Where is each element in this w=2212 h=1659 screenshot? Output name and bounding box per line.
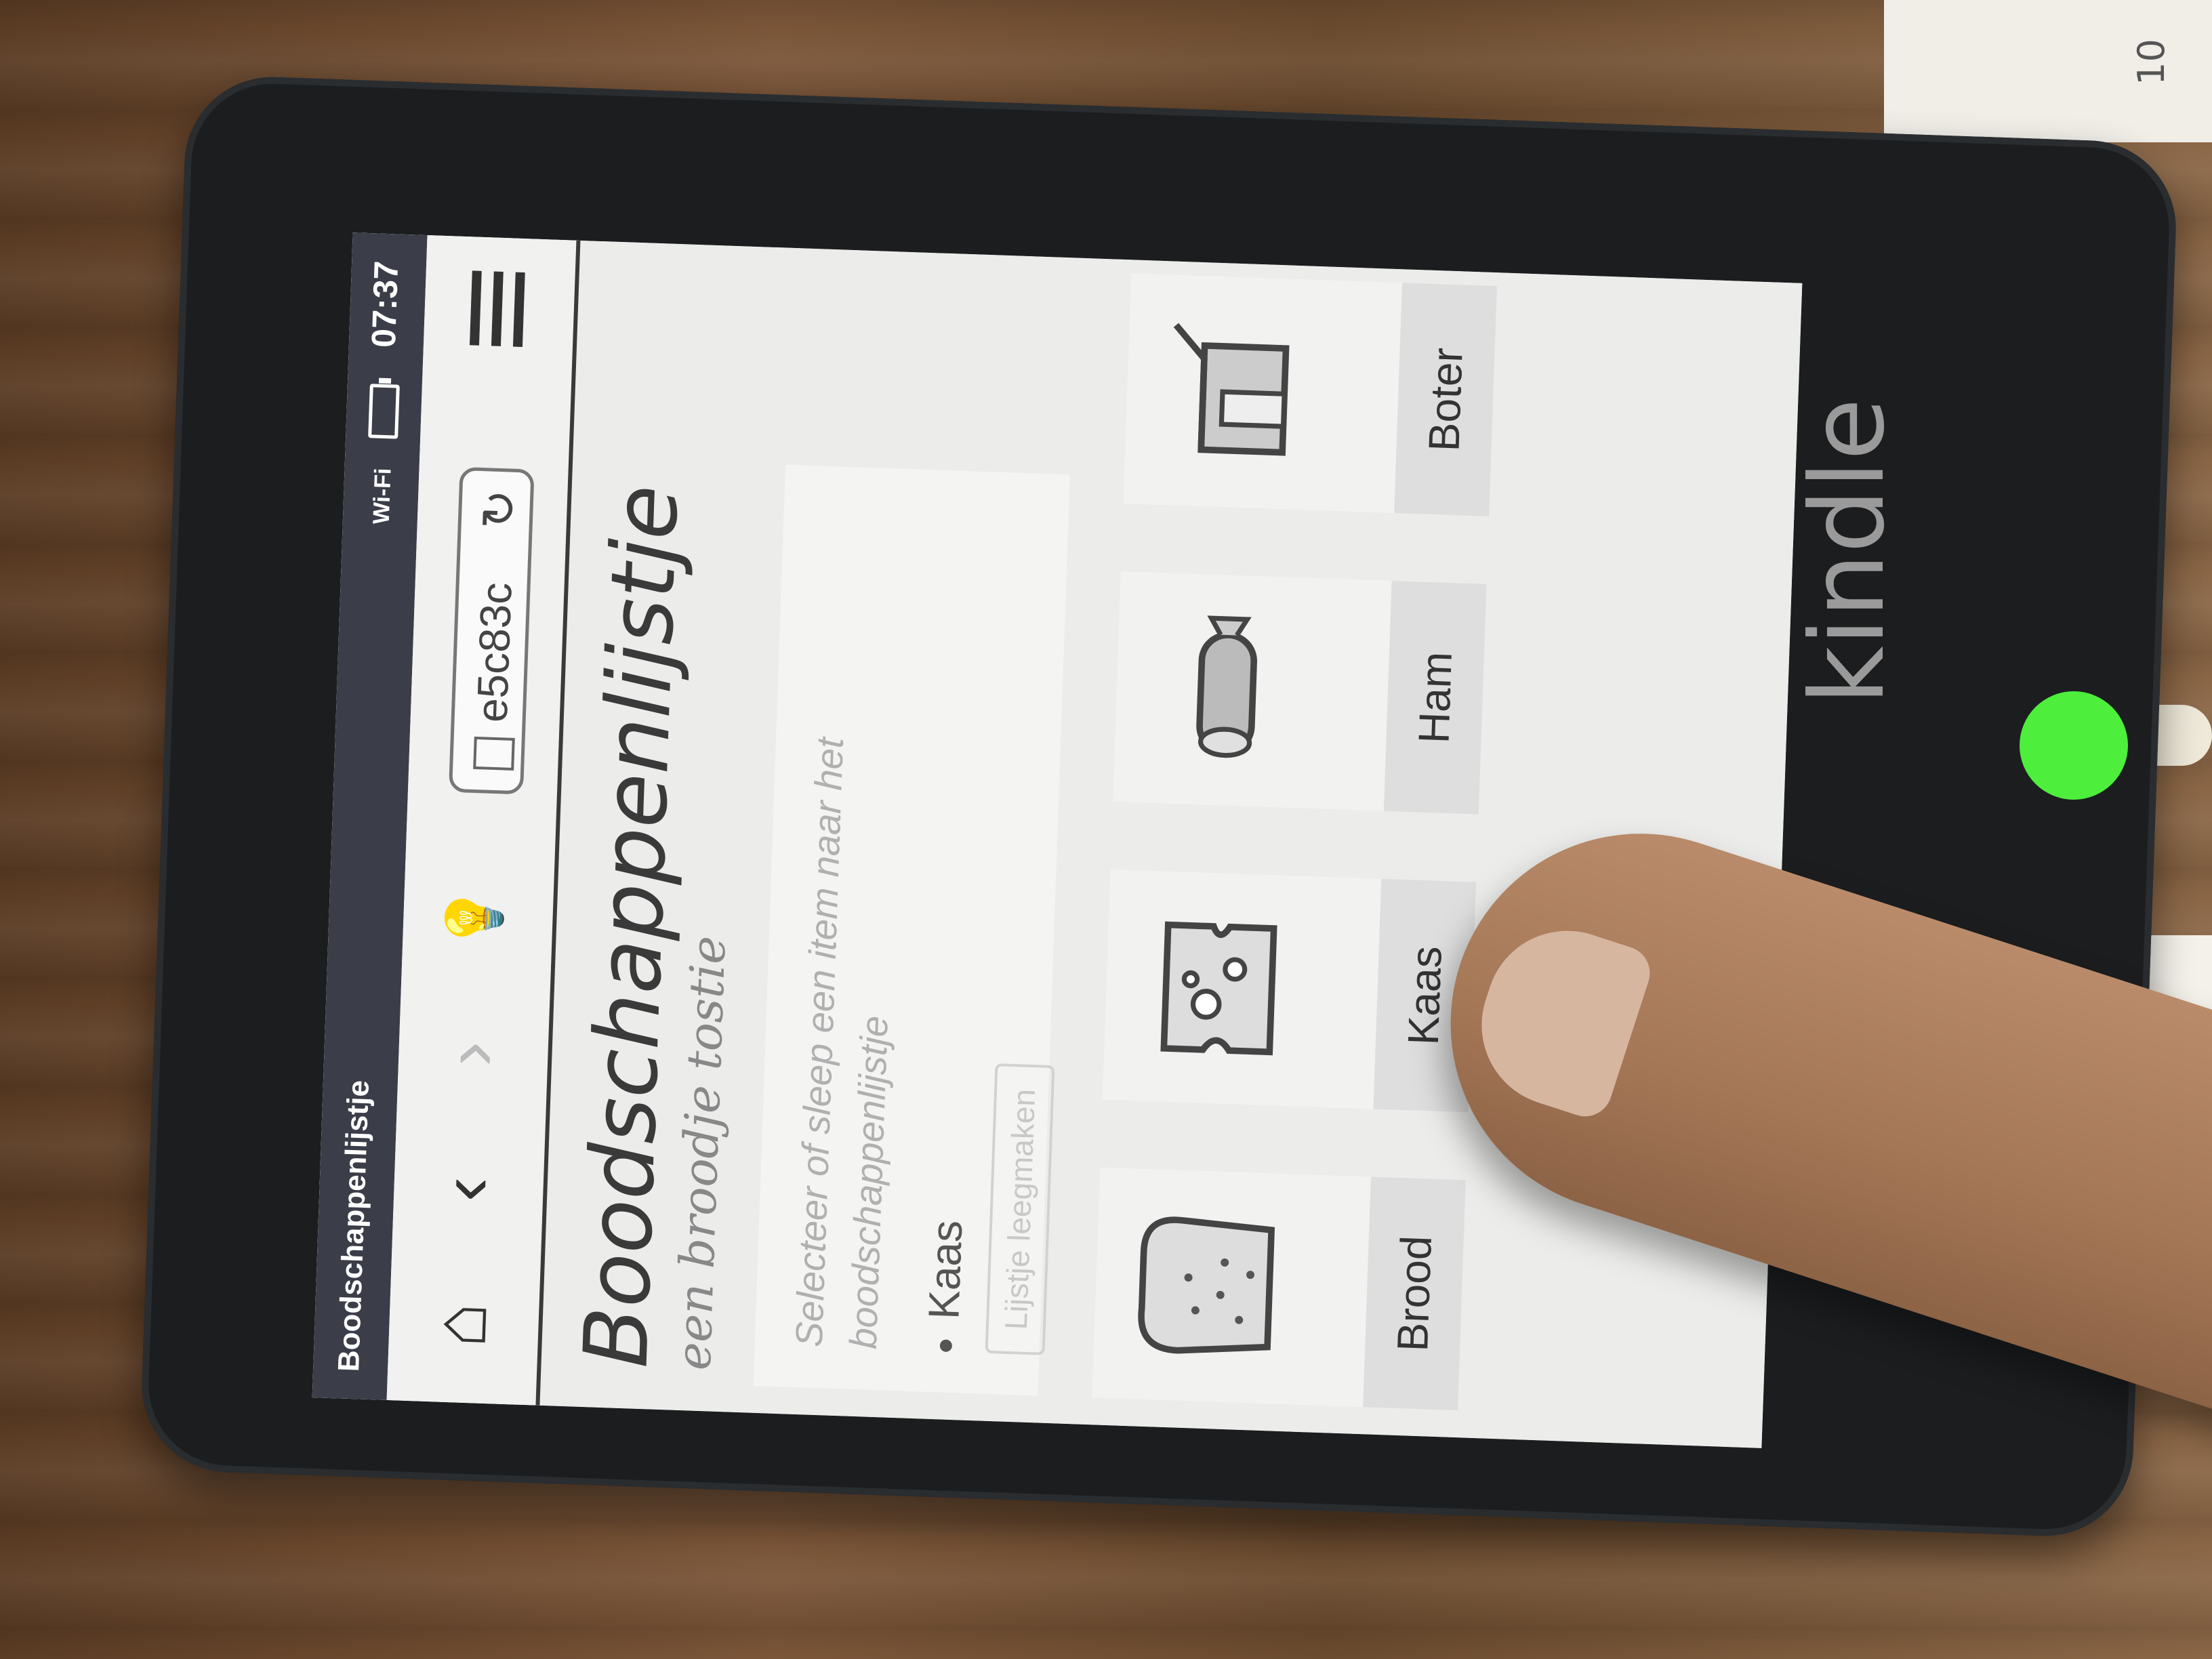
green-sticker-dot <box>2020 691 2128 800</box>
lightbulb-icon[interactable]: 💡 <box>429 873 520 964</box>
browser-page: Boodschappenlijstje Wi-Fi 07:37 ⌂ ‹ › 💡 … <box>312 232 1803 1448</box>
battery-icon <box>367 383 400 439</box>
document-icon <box>473 736 515 771</box>
list-hint: Selecteer of sleep een item naar het boo… <box>787 737 896 1350</box>
shopping-list-panel[interactable]: Selecteer of sleep een item naar het boo… <box>753 464 1070 1396</box>
back-icon[interactable]: ‹ <box>419 1144 510 1235</box>
tile-ham[interactable]: Ham <box>1113 571 1487 815</box>
bullet-icon <box>939 1339 953 1353</box>
tile-label: Ham <box>1383 580 1487 815</box>
cheese-icon <box>1160 921 1277 1056</box>
url-text: e5c83c <box>467 581 521 724</box>
status-right: Wi-Fi 07:37 <box>358 260 407 525</box>
kindle-screen: Boodschappenlijstje Wi-Fi 07:37 ⌂ ‹ › 💡 … <box>312 232 1803 1448</box>
reload-icon[interactable]: ↻ <box>462 488 537 530</box>
butter-icon <box>1173 323 1290 456</box>
tile-label: Boter <box>1394 283 1497 516</box>
paper-text: 10 <box>2129 39 2173 85</box>
bread-icon <box>1138 1216 1275 1354</box>
clock: 07:37 <box>364 260 406 348</box>
tile-boter[interactable]: Boter <box>1123 273 1497 516</box>
forward-icon[interactable]: › <box>424 1008 515 1099</box>
tile-label: Brood <box>1363 1176 1466 1411</box>
kindle-logo: kindle <box>1789 398 1907 705</box>
list-item[interactable]: Kaas <box>918 1219 972 1353</box>
tile-brood[interactable]: Brood <box>1092 1167 1466 1411</box>
ham-icon <box>1196 615 1257 758</box>
clear-list-button[interactable]: Lijstje leegmaken <box>985 1063 1055 1355</box>
home-icon[interactable]: ⌂ <box>415 1279 506 1370</box>
wifi-label: Wi-Fi <box>368 468 396 525</box>
url-field[interactable]: e5c83c ↻ <box>448 466 537 795</box>
tile-kaas[interactable]: Kaas <box>1102 869 1477 1113</box>
product-tiles: Brood Kaas Ham Boter <box>1092 273 1511 1411</box>
menu-icon[interactable] <box>457 270 537 348</box>
tab-title: Boodschappenlijstje <box>332 1080 376 1372</box>
